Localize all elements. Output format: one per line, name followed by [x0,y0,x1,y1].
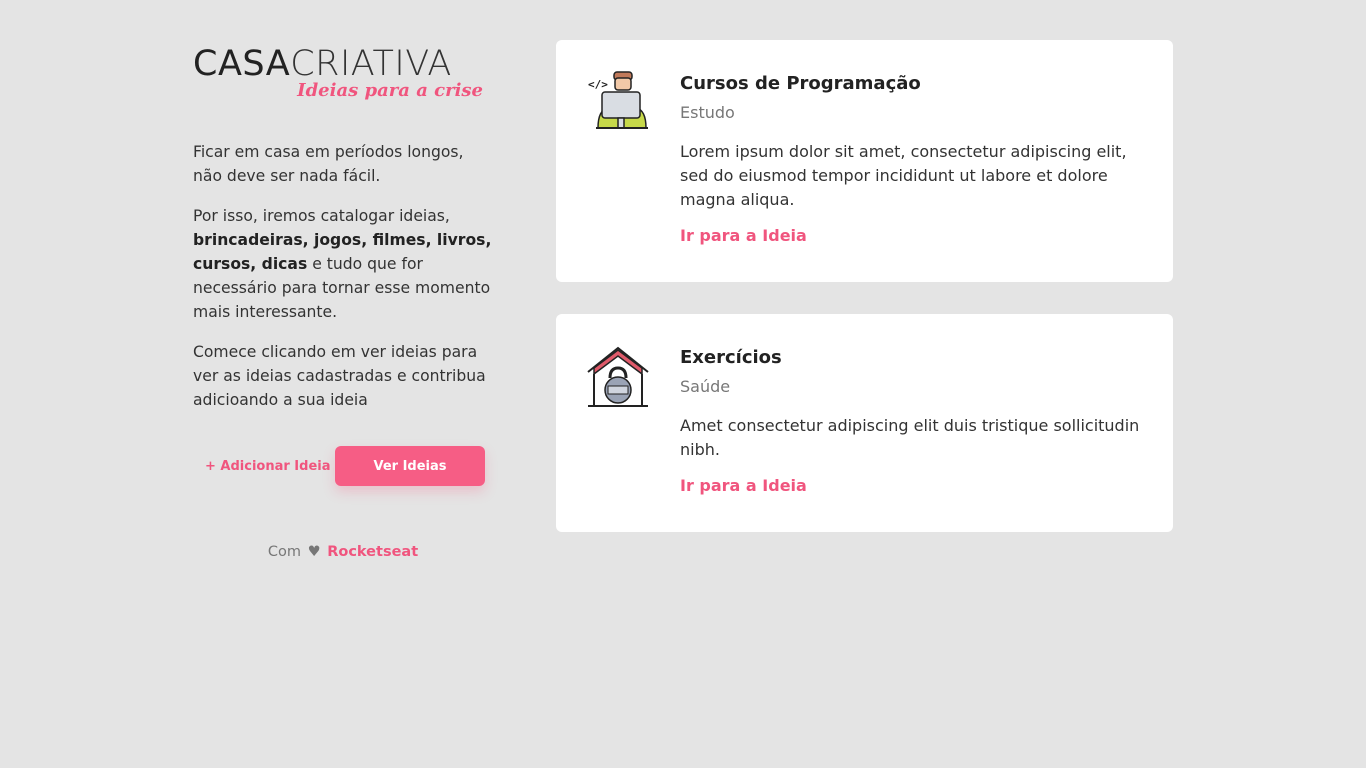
heart-icon: ♥ [307,544,321,560]
idea-link[interactable]: Ir para a Ideia [680,476,807,495]
intro-paragraph-3: Comece clicando em ver ideias para ver a… [193,343,486,409]
intro-paragraph-2: Por isso, iremos catalogar ideias, brinc… [193,204,493,324]
intro-paragraph-1: Ficar em casa em períodos longos, não de… [193,143,464,185]
idea-link[interactable]: Ir para a Ideia [680,226,807,245]
idea-description: Amet consectetur adipiscing elit duis tr… [680,416,1140,459]
programmer-icon: </> [586,70,650,134]
logo-tagline: Ideias para a crise [297,80,483,101]
idea-card-body: Exercícios Saúde Amet consectetur adipis… [680,346,1150,495]
idea-title: Exercícios [680,347,782,368]
credit-prefix: Com [267,544,301,560]
credit-brand-link[interactable]: Rocketseat [327,544,418,560]
sidebar: CASACRIATIVA Ideias para a crise Ficar e… [193,40,493,560]
logo-casa: CASA [193,44,291,84]
idea-card: Exercícios Saúde Amet consectetur adipis… [556,314,1173,532]
logo-criativa: CRIATIVA [290,44,452,84]
home-gym-icon [586,344,650,408]
view-ideas-button[interactable]: Ver Ideias [335,446,485,486]
idea-category: Estudo [680,103,735,122]
idea-card-body: Cursos de Programação Estudo Lorem ipsum… [680,72,1150,245]
idea-title: Cursos de Programação [680,73,921,94]
action-bar: + Adicionar Ideia Ver Ideias [193,446,493,486]
add-idea-link[interactable]: + Adicionar Ideia [205,459,335,474]
idea-category: Saúde [680,377,731,396]
idea-description: Lorem ipsum dolor sit amet, consectetur … [680,142,1127,209]
idea-card: </> Cursos de Programação Estudo Lorem i… [556,40,1173,282]
intro-p2-start: Por isso, iremos catalogar ideias, [193,207,450,225]
logo-wordmark: CASACRIATIVA [193,44,452,84]
svg-text:</>: </> [588,78,608,91]
logo: CASACRIATIVA Ideias para a crise [193,40,493,106]
footer-credit: Com ♥ Rocketseat [193,544,493,560]
